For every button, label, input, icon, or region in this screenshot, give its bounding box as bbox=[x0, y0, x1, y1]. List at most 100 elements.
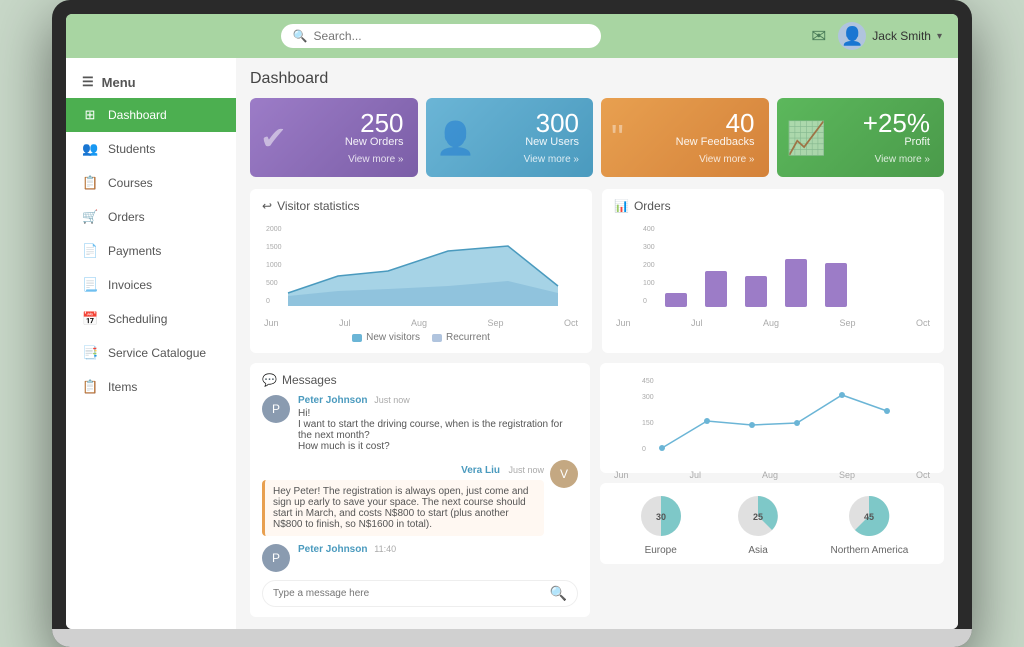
pie-europe: 30 Europe bbox=[636, 491, 686, 556]
invoices-icon: 📃 bbox=[82, 277, 98, 293]
stat-cards: ✔ 250 New Orders View more » 👤 300 New U… bbox=[250, 98, 944, 177]
right-panels: 450 300 150 0 bbox=[600, 363, 944, 617]
sidebar-item-dashboard[interactable]: ⊞ Dashboard bbox=[66, 98, 236, 132]
svg-text:200: 200 bbox=[643, 262, 655, 269]
line-chart-x-labels: Jun Jul Aug Sep Oct bbox=[612, 470, 932, 480]
pie-asia-svg: 25 bbox=[733, 491, 783, 541]
send-icon[interactable]: 🔍 bbox=[550, 585, 567, 602]
msg-bubble-vera: Hey Peter! The registration is always op… bbox=[262, 480, 544, 536]
new-visitors-dot bbox=[352, 334, 362, 342]
svg-text:2000: 2000 bbox=[266, 226, 282, 233]
users-label: New Users bbox=[440, 136, 580, 148]
svg-text:400: 400 bbox=[643, 226, 655, 233]
sidebar-item-students[interactable]: 👥 Students bbox=[66, 132, 236, 166]
stat-card-feedbacks[interactable]: " 40 New Feedbacks View more » bbox=[601, 98, 769, 177]
stat-card-users[interactable]: 👤 300 New Users View more » bbox=[426, 98, 594, 177]
profit-view-more[interactable]: View more » bbox=[791, 154, 931, 165]
courses-icon: 📋 bbox=[82, 175, 98, 191]
svg-text:45: 45 bbox=[864, 512, 874, 522]
feedbacks-number: 40 bbox=[615, 110, 755, 136]
svg-text:100: 100 bbox=[643, 280, 655, 287]
avatar: 👤 bbox=[838, 22, 866, 50]
svg-text:150: 150 bbox=[642, 420, 654, 427]
svg-text:0: 0 bbox=[266, 298, 270, 305]
main-layout: ☰ Menu ⊞ Dashboard 👥 Students 📋 Courses … bbox=[66, 58, 958, 629]
users-view-more[interactable]: View more » bbox=[440, 154, 580, 165]
top-right-area: ✉ 👤 Jack Smith ▾ bbox=[811, 22, 942, 50]
orders-icon: 🛒 bbox=[82, 209, 98, 225]
messages-icon: 💬 bbox=[262, 373, 277, 387]
sidebar-item-courses[interactable]: 📋 Courses bbox=[66, 166, 236, 200]
svg-text:30: 30 bbox=[656, 512, 666, 522]
pie-europe-svg: 30 bbox=[636, 491, 686, 541]
bottom-row: 💬 Messages P Peter Johnson Just now Hi!I… bbox=[250, 363, 944, 617]
visitor-stats-title: ↩ Visitor statistics bbox=[262, 199, 580, 213]
orders-chart-icon: 📊 bbox=[614, 199, 629, 213]
pie-northern-america: 45 Northern America bbox=[830, 491, 908, 556]
msg-content-1: Peter Johnson Just now Hi!I want to star… bbox=[298, 395, 578, 452]
svg-text:300: 300 bbox=[643, 244, 655, 251]
svg-text:25: 25 bbox=[753, 512, 763, 522]
orders-bar-svg: 400 300 200 100 0 bbox=[614, 221, 932, 311]
svg-text:450: 450 bbox=[642, 378, 654, 385]
visitor-legend: New visitors Recurrent bbox=[262, 332, 580, 343]
content-area: Dashboard ✔ 250 New Orders View more » 👤… bbox=[236, 58, 958, 629]
svg-text:1000: 1000 bbox=[266, 262, 282, 269]
msg-avatar-vera: V bbox=[550, 460, 578, 488]
orders-label: New Orders bbox=[264, 136, 404, 148]
sidebar-item-scheduling[interactable]: 📅 Scheduling bbox=[66, 302, 236, 336]
feedbacks-label: New Feedbacks bbox=[615, 136, 755, 148]
message-item-1: P Peter Johnson Just now Hi!I want to st… bbox=[262, 395, 578, 452]
orders-x-labels: Jun Jul Aug Sep Oct bbox=[614, 318, 932, 328]
user-info[interactable]: 👤 Jack Smith ▾ bbox=[838, 22, 942, 50]
top-bar: 🔍 ✉ 👤 Jack Smith ▾ bbox=[66, 14, 958, 58]
pie-charts-row: 30 Europe 25 Asi bbox=[600, 483, 944, 564]
msg-avatar-peter2: P bbox=[262, 544, 290, 572]
sidebar-item-payments[interactable]: 📄 Payments bbox=[66, 234, 236, 268]
message-input[interactable] bbox=[273, 588, 550, 599]
charts-row: ↩ Visitor statistics 2000 1500 1000 500 … bbox=[250, 189, 944, 353]
msg-text-1: Hi!I want to start the driving course, w… bbox=[298, 408, 578, 452]
svg-text:500: 500 bbox=[266, 280, 278, 287]
svg-text:300: 300 bbox=[642, 394, 654, 401]
sidebar-item-items[interactable]: 📋 Items bbox=[66, 370, 236, 404]
search-icon: 🔍 bbox=[293, 29, 308, 43]
visitor-stats-chart: ↩ Visitor statistics 2000 1500 1000 500 … bbox=[250, 189, 592, 353]
stat-card-profit[interactable]: 📈 +25% Profit View more » bbox=[777, 98, 945, 177]
sidebar-item-service-catalogue[interactable]: 📑 Service Catalogue bbox=[66, 336, 236, 370]
feedbacks-view-more[interactable]: View more » bbox=[615, 154, 755, 165]
sidebar-item-orders[interactable]: 🛒 Orders bbox=[66, 200, 236, 234]
page-title: Dashboard bbox=[250, 70, 944, 88]
search-input[interactable] bbox=[314, 29, 589, 43]
students-icon: 👥 bbox=[82, 141, 98, 157]
orders-chart-title: 📊 Orders bbox=[614, 199, 932, 213]
visitor-area-chart: 2000 1500 1000 500 0 bbox=[262, 221, 580, 311]
svg-text:0: 0 bbox=[642, 446, 646, 453]
chevron-down-icon: ▾ bbox=[937, 31, 942, 42]
pie-asia: 25 Asia bbox=[733, 491, 783, 556]
mail-icon[interactable]: ✉ bbox=[811, 26, 826, 47]
dashboard-icon: ⊞ bbox=[82, 107, 98, 123]
message-input-row: 🔍 bbox=[262, 580, 578, 607]
visitor-x-labels: Jun Jul Aug Sep Oct bbox=[262, 318, 580, 328]
legend-recurrent: Recurrent bbox=[432, 332, 490, 343]
stat-card-orders[interactable]: ✔ 250 New Orders View more » bbox=[250, 98, 418, 177]
orders-bar-chart: 📊 Orders 400 300 200 100 0 bbox=[602, 189, 944, 353]
msg-avatar-peter1: P bbox=[262, 395, 290, 423]
search-container: 🔍 bbox=[281, 24, 601, 48]
line-chart-svg: 450 300 150 0 bbox=[612, 373, 932, 463]
sidebar: ☰ Menu ⊞ Dashboard 👥 Students 📋 Courses … bbox=[66, 58, 236, 629]
menu-title: ☰ Menu bbox=[66, 66, 236, 98]
sidebar-item-invoices[interactable]: 📃 Invoices bbox=[66, 268, 236, 302]
orders-view-more[interactable]: View more » bbox=[264, 154, 404, 165]
msg-content-3: Peter Johnson 11:40 bbox=[298, 544, 578, 572]
svg-text:1500: 1500 bbox=[266, 244, 282, 251]
message-item-3: P Peter Johnson 11:40 bbox=[262, 544, 578, 572]
pie-na-svg: 45 bbox=[844, 491, 894, 541]
visitor-stats-icon: ↩ bbox=[262, 199, 272, 213]
msg-content-2: Vera Liu Just now Hey Peter! The registr… bbox=[262, 460, 544, 536]
user-name: Jack Smith bbox=[872, 29, 931, 43]
legend-new-visitors: New visitors bbox=[352, 332, 420, 343]
svg-text:0: 0 bbox=[643, 298, 647, 305]
service-catalogue-icon: 📑 bbox=[82, 345, 98, 361]
